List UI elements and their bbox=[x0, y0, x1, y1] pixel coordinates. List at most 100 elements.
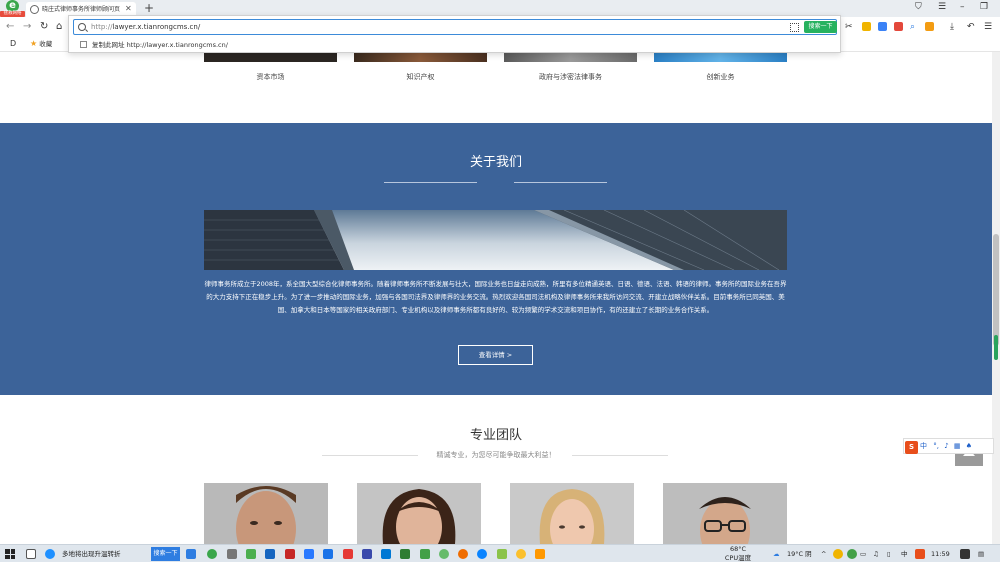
notification-icon[interactable] bbox=[960, 549, 970, 559]
ime-toolbar[interactable]: S中 °, ♪ ▦ ♠ bbox=[903, 438, 994, 454]
refresh-icon[interactable]: ↻ bbox=[40, 20, 48, 34]
practice-image[interactable] bbox=[504, 52, 637, 62]
network-icon[interactable]: ▭ bbox=[860, 548, 866, 560]
app-icon[interactable] bbox=[439, 549, 449, 559]
team-title: 专业团队 bbox=[469, 428, 522, 443]
team-member-photo[interactable] bbox=[357, 483, 481, 544]
address-url[interactable]: http://lawyer.x.tianrongcms.cn/ bbox=[91, 20, 200, 34]
member-portrait-2 bbox=[357, 483, 481, 544]
team-member-photo[interactable] bbox=[663, 483, 787, 544]
volume-icon[interactable]: ♫ bbox=[873, 548, 879, 560]
app-icon[interactable] bbox=[420, 549, 430, 559]
member-portrait-3 bbox=[510, 483, 634, 544]
input-language[interactable]: 中 bbox=[901, 548, 908, 560]
news-ticker[interactable]: 多地将出现升温转折 bbox=[62, 548, 121, 560]
new-tab-button[interactable]: + bbox=[144, 1, 154, 15]
app-icon[interactable] bbox=[246, 549, 256, 559]
extension-icon[interactable] bbox=[878, 22, 887, 31]
shirt-icon[interactable]: ⛉ bbox=[915, 1, 922, 14]
favorites-button[interactable]: ★ 收藏 bbox=[30, 39, 52, 49]
globe-icon bbox=[30, 5, 39, 14]
weather-readout[interactable]: 19°C 阴 bbox=[787, 548, 812, 560]
copy-url-suggestion[interactable]: 复制此网址 http://lawyer.x.tianrongcms.cn/ bbox=[80, 39, 228, 51]
app-icon[interactable] bbox=[343, 549, 353, 559]
app-icon[interactable] bbox=[400, 549, 410, 559]
taskbar-clock[interactable]: 11:59 bbox=[931, 548, 950, 560]
screen: e 拯救网络 晓庄式律师事务所律师顾问页 ✕ + ⛉ ☰ – ❐ ← → ↻ ⌂… bbox=[0, 0, 1000, 562]
action-center-icon[interactable]: ▤ bbox=[978, 548, 984, 560]
app-icon[interactable] bbox=[362, 549, 372, 559]
about-image bbox=[204, 210, 787, 270]
task-view-icon[interactable] bbox=[26, 549, 36, 559]
bookmark-d[interactable]: D bbox=[10, 38, 16, 50]
tab-title: 晓庄式律师事务所律师顾问页 bbox=[42, 6, 121, 13]
edge-icon[interactable] bbox=[477, 549, 487, 559]
browser-app-icon[interactable] bbox=[207, 549, 217, 559]
vscode-icon[interactable] bbox=[381, 549, 391, 559]
punctuation-icon[interactable]: °, bbox=[933, 442, 939, 450]
home-icon[interactable]: ⌂ bbox=[56, 20, 62, 34]
taskbar-search-button[interactable]: 搜索一下 bbox=[151, 547, 180, 561]
practice-label[interactable]: 知识产权 bbox=[354, 72, 487, 82]
cpu-temperature[interactable]: 68°C CPU温度 bbox=[723, 545, 753, 562]
menu-icon[interactable]: ☰ bbox=[938, 1, 946, 14]
windows-start-icon[interactable] bbox=[5, 549, 15, 559]
search-go-button[interactable]: 搜索一下 bbox=[804, 21, 837, 33]
forward-icon[interactable]: → bbox=[23, 20, 31, 34]
sogou-tray-icon[interactable] bbox=[915, 549, 925, 559]
member-portrait-1 bbox=[204, 483, 328, 544]
ime-chinese-mode[interactable]: 中 bbox=[920, 442, 927, 450]
scroll-indicator bbox=[994, 335, 998, 360]
ie-icon[interactable] bbox=[45, 549, 55, 559]
tray-app-icon[interactable] bbox=[833, 549, 843, 559]
browser-logo-icon[interactable]: e 拯救网络 bbox=[0, 0, 25, 17]
grid-icon[interactable] bbox=[925, 22, 934, 31]
page-scrollbar[interactable] bbox=[992, 52, 1000, 544]
app-icon[interactable] bbox=[227, 549, 237, 559]
scissors-icon[interactable]: ✂ bbox=[845, 20, 853, 34]
app-icon[interactable] bbox=[323, 549, 333, 559]
windows-taskbar: 多地将出现升温转折 搜索一下 68°C CPU温度 ☁ 19°C 阴 ^ ▭ ♫ … bbox=[0, 544, 1000, 562]
wechat-icon[interactable] bbox=[535, 549, 545, 559]
download-icon[interactable]: ⤓ bbox=[950, 20, 954, 34]
tray-app-icon[interactable] bbox=[847, 549, 857, 559]
app-icon[interactable] bbox=[304, 549, 314, 559]
battery-icon[interactable]: ▯ bbox=[887, 548, 891, 560]
web-page: 资本市场 知识产权 政府与涉密法律事务 创新业务 关于我们 律师事务所成立于20… bbox=[0, 52, 992, 544]
tab-close-icon[interactable]: ✕ bbox=[125, 3, 132, 15]
practice-label[interactable]: 资本市场 bbox=[204, 72, 337, 82]
team-subtitle: 精诚专业，为您尽可能争取最大利益！ bbox=[436, 451, 556, 459]
practice-image[interactable] bbox=[654, 52, 787, 62]
shield-icon[interactable] bbox=[862, 22, 871, 31]
microphone-icon[interactable]: ♪ bbox=[944, 442, 948, 450]
practice-image[interactable] bbox=[354, 52, 487, 62]
scrollbar-thumb[interactable] bbox=[993, 234, 999, 346]
game-icon[interactable] bbox=[894, 22, 903, 31]
maximize-icon[interactable]: ❐ bbox=[980, 1, 988, 14]
practice-image[interactable] bbox=[204, 52, 337, 62]
skin-icon[interactable]: ♠ bbox=[966, 442, 972, 450]
view-details-button[interactable]: 查看详情 > bbox=[458, 345, 533, 365]
app-icon[interactable] bbox=[285, 549, 295, 559]
more-icon[interactable]: ☰ bbox=[984, 20, 992, 34]
back-icon[interactable]: ← bbox=[6, 20, 14, 34]
firefox-icon[interactable] bbox=[458, 549, 468, 559]
minimize-icon[interactable]: – bbox=[960, 1, 965, 14]
search-icon bbox=[78, 23, 86, 31]
chrome-icon[interactable] bbox=[516, 549, 526, 559]
sogou-ime-icon[interactable]: S bbox=[905, 441, 918, 454]
practice-label[interactable]: 政府与涉密法律事务 bbox=[504, 72, 637, 82]
search-icon[interactable]: ⌕ bbox=[910, 20, 915, 34]
keyboard-icon[interactable]: ▦ bbox=[954, 442, 961, 450]
qr-code-icon[interactable] bbox=[790, 23, 799, 32]
undo-icon[interactable]: ↶ bbox=[967, 20, 975, 34]
practice-label[interactable]: 创新业务 bbox=[654, 72, 787, 82]
team-member-photo[interactable] bbox=[510, 483, 634, 544]
team-member-photo[interactable] bbox=[204, 483, 328, 544]
app-icon[interactable] bbox=[265, 549, 275, 559]
address-input[interactable]: http://lawyer.x.tianrongcms.cn/ 搜索一下 bbox=[73, 19, 837, 35]
app-icon[interactable] bbox=[497, 549, 507, 559]
tray-chevron-icon[interactable]: ^ bbox=[821, 548, 826, 560]
app-icon[interactable] bbox=[186, 549, 196, 559]
cloud-icon: ☁ bbox=[773, 550, 780, 558]
